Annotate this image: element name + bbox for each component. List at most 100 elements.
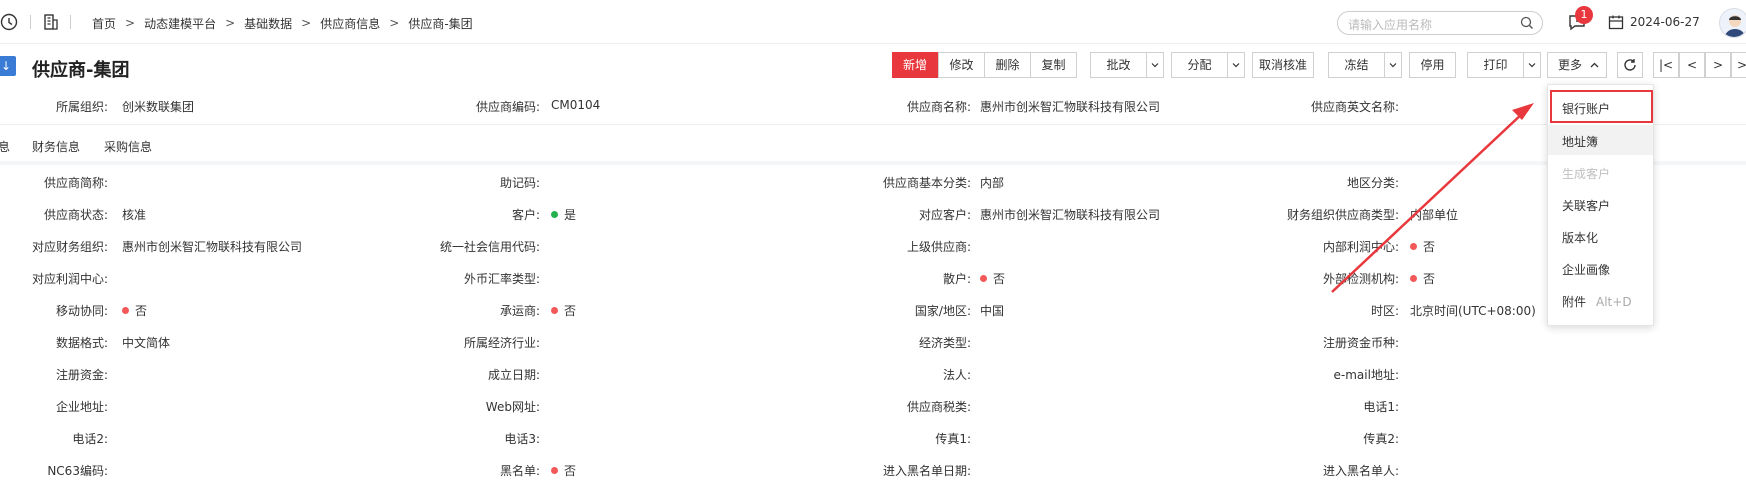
app-search-input[interactable]: 请输入应用名称 [1337, 11, 1543, 35]
field-value: 中文简体 [122, 334, 170, 351]
field-value-text: 内部单位 [1410, 208, 1459, 222]
field-label: 对应客户: [918, 208, 971, 222]
field-label: 承运商: [499, 304, 540, 318]
status-dot-icon [551, 467, 558, 474]
page-title: 供应商-集团 [32, 60, 130, 81]
calendar-icon[interactable] [1608, 14, 1624, 30]
prev-page-button[interactable]: < [1679, 52, 1705, 78]
field-value: 核准 [122, 206, 146, 223]
disable-button[interactable]: 停用 [1409, 52, 1456, 78]
field-label: 客户: [511, 208, 540, 222]
field-value-supplier-code: CM0104 [551, 98, 601, 112]
tab-finance-info[interactable]: 财务信息 [32, 138, 80, 155]
field-value: 中国 [980, 302, 1004, 319]
field-label: 内部利润中心: [1322, 240, 1399, 254]
more-button[interactable]: 更多 [1547, 52, 1607, 78]
tab-basic-info[interactable]: 息 [0, 138, 10, 155]
chevron-right-icon: > [389, 16, 400, 30]
field-value: 否 [551, 302, 576, 319]
history-icon[interactable] [0, 13, 18, 31]
menu-item-attachment-label: 附件 [1562, 295, 1587, 309]
field-label: 供应商状态: [43, 208, 108, 222]
chevron-down-icon [1232, 63, 1240, 68]
field-value: 否 [1410, 270, 1435, 287]
next-page-button[interactable]: > [1705, 52, 1731, 78]
field-value: 否 [551, 462, 576, 479]
menu-item-versioning[interactable]: 版本化 [1562, 229, 1598, 246]
breadcrumb-item-home[interactable]: 首页 [92, 15, 116, 32]
field-label: 注册资金币种: [1322, 336, 1399, 350]
field-value-text: 否 [1423, 272, 1436, 286]
field-label: 财务组织供应商类型: [1286, 208, 1399, 222]
tab-purchase-info[interactable]: 采购信息 [104, 138, 152, 155]
print-dropdown[interactable] [1523, 52, 1541, 78]
field-label: 数据格式: [55, 336, 108, 350]
field-value: 内部单位 [1410, 206, 1458, 223]
back-icon[interactable]: ↓ [0, 56, 16, 76]
section-divider [0, 161, 1746, 165]
edit-button[interactable]: 修改 [938, 52, 985, 78]
field-label: 供应商税类: [906, 400, 971, 414]
building-icon[interactable] [42, 13, 60, 31]
field-label: 经济类型: [918, 336, 971, 350]
batch-edit-dropdown[interactable] [1146, 52, 1164, 78]
last-page-button[interactable]: >| [1731, 52, 1746, 78]
freeze-button[interactable]: 冻结 [1328, 52, 1385, 78]
field-label: 传真2: [1363, 432, 1399, 446]
field-label: 外币汇率类型: [463, 272, 540, 286]
delete-button[interactable]: 删除 [984, 52, 1031, 78]
copy-button[interactable]: 复制 [1030, 52, 1077, 78]
menu-item-bank-account[interactable]: 银行账户 [1562, 100, 1610, 117]
batch-edit-button[interactable]: 批改 [1090, 52, 1147, 78]
field-value: 惠州市创米智汇物联科技有限公司 [980, 206, 1160, 223]
field-value-text: 否 [135, 304, 148, 318]
freeze-dropdown[interactable] [1384, 52, 1402, 78]
field-value-org: 创米数联集团 [122, 100, 195, 114]
status-dot-icon [980, 275, 987, 282]
field-label-supplier-en-name: 供应商英文名称: [1310, 100, 1399, 114]
field-label: 法人: [942, 368, 971, 382]
field-label: 进入黑名单人: [1322, 464, 1399, 478]
field-label-supplier-code: 供应商编码: [475, 100, 540, 114]
chevron-down-icon [1528, 63, 1536, 68]
field-value: 是 [551, 206, 576, 223]
field-value: 惠州市创米智汇物联科技有限公司 [122, 238, 302, 255]
field-label: 电话2: [72, 432, 108, 446]
status-dot-icon [551, 307, 558, 314]
field-label: 地区分类: [1346, 176, 1399, 190]
tab-bar [0, 125, 1746, 161]
first-page-button[interactable]: |< [1653, 52, 1679, 78]
menu-item-attachment[interactable]: 附件 Alt+D [1562, 293, 1632, 310]
status-dot-icon [551, 211, 558, 218]
breadcrumb-item-modeling-platform[interactable]: 动态建模平台 [144, 15, 216, 32]
menu-item-link-customer[interactable]: 关联客户 [1562, 197, 1610, 214]
shortcut-hint: Alt+D [1596, 295, 1632, 309]
chevron-up-icon [1590, 62, 1599, 68]
breadcrumb-item-basic-data[interactable]: 基础数据 [244, 15, 292, 32]
field-value-text: 中国 [980, 304, 1005, 318]
cancel-approve-button[interactable]: 取消核准 [1252, 52, 1314, 78]
user-avatar[interactable] [1719, 8, 1746, 38]
field-label: 统一社会信用代码: [439, 240, 540, 254]
field-label: 成立日期: [487, 368, 540, 382]
assign-dropdown[interactable] [1227, 52, 1245, 78]
field-value-text: 惠州市创米智汇物联科技有限公司 [122, 240, 303, 254]
field-value-text: 惠州市创米智汇物联科技有限公司 [980, 208, 1161, 222]
menu-item-company-profile[interactable]: 企业画像 [1562, 261, 1610, 278]
new-button[interactable]: 新增 [892, 52, 938, 78]
field-label: 供应商基本分类: [882, 176, 971, 190]
chevron-down-icon [1151, 63, 1159, 68]
field-value: 否 [980, 270, 1005, 287]
search-icon[interactable] [1520, 16, 1534, 30]
field-value: 内部 [980, 174, 1004, 191]
menu-item-address-book[interactable]: 地址簿 [1562, 133, 1598, 150]
print-button[interactable]: 打印 [1467, 52, 1524, 78]
status-dot-icon [122, 307, 129, 314]
field-label-org: 所属组织: [55, 100, 108, 114]
breadcrumb-item-supplier-info[interactable]: 供应商信息 [320, 15, 380, 32]
chevron-right-icon: > [225, 16, 236, 30]
assign-button[interactable]: 分配 [1171, 52, 1228, 78]
refresh-button[interactable] [1617, 52, 1643, 78]
breadcrumb-item-current[interactable]: 供应商-集团 [408, 15, 472, 32]
avatar-icon [1724, 15, 1746, 37]
